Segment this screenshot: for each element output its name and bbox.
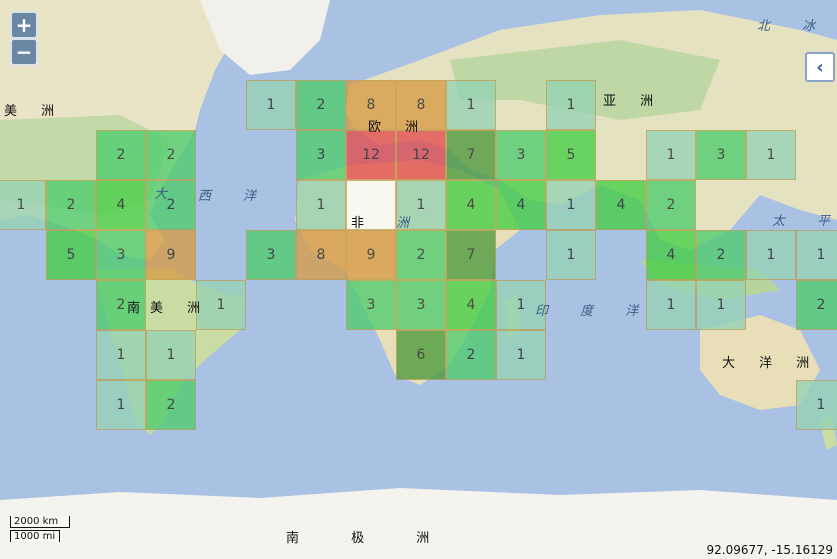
grid-cell[interactable]: 1 [96,330,146,380]
grid-cell[interactable]: 5 [46,230,96,280]
label-south-america-1: 南 [127,301,151,316]
grid-cell[interactable]: 1 [0,180,46,230]
grid-cell[interactable]: 5 [546,130,596,180]
label-atlantic-1: 大 [154,187,182,202]
grid-cell[interactable]: 1 [96,380,146,430]
grid-cell[interactable]: 7 [446,230,496,280]
grid-cell[interactable]: 3 [246,230,296,280]
grid-cell[interactable]: 3 [96,230,146,280]
zoom-out-button[interactable]: − [10,38,38,66]
label-asia: 亚 洲 [603,94,664,109]
grid-cell[interactable]: 2 [296,80,346,130]
grid-cell[interactable]: 3 [696,130,746,180]
grid-cell[interactable]: 9 [146,230,196,280]
grid-cell[interactable]: 4 [596,180,646,230]
grid-cell[interactable]: 4 [646,230,696,280]
grid-cell[interactable]: 2 [146,130,196,180]
grid-cell[interactable]: 1 [296,180,346,230]
grid-cell[interactable]: 1 [696,280,746,330]
grid-cell[interactable]: 2 [646,180,696,230]
grid-cell[interactable]: 3 [296,130,346,180]
grid-cell[interactable]: 2 [446,330,496,380]
chevron-left-icon: ‹ [816,56,824,78]
grid-cell[interactable]: 1 [446,80,496,130]
label-arctic: 北 冰 [757,19,830,34]
grid-cell[interactable]: 1 [246,80,296,130]
grid-cell[interactable]: 1 [496,330,546,380]
grid-cell[interactable]: 2 [796,280,837,330]
grid-cell[interactable]: 7 [446,130,496,180]
grid-cell[interactable]: 2 [696,230,746,280]
grid-cell[interactable]: 1 [146,330,196,380]
label-atlantic-2: 西 洋 [198,189,271,204]
grid-cell[interactable]: 4 [446,280,496,330]
grid-cell[interactable]: 4 [496,180,546,230]
grid-cell[interactable]: 1 [646,280,696,330]
grid-cell[interactable]: 12 [346,130,396,180]
scale-bar-imperial: 1000 mi [10,530,60,542]
grid-cell[interactable]: 2 [146,380,196,430]
grid-cell[interactable]: 1 [746,230,796,280]
label-africa-2: 洲 [396,216,424,231]
label-africa: 非 [351,216,375,231]
label-pacific: 太 平 [772,214,837,229]
grid-cell[interactable]: 9 [346,230,396,280]
zoom-in-button[interactable]: + [10,11,38,39]
grid-cell[interactable]: 1 [546,180,596,230]
heatmap-grid: 1 2 8 8 1 1 2 2 3 12 12 7 3 5 1 3 1 1 2 4 2 1 1 4 4 1 4 2 5 3 9 3 8 9 2 7 1 4… [0,0,837,559]
layer-switcher-toggle[interactable]: ‹ [805,52,835,82]
map-viewport[interactable]: 1 2 8 8 1 1 2 2 3 12 12 7 3 5 1 3 1 1 2 4 2 1 1 4 4 1 4 2 5 3 9 3 8 9 2 7 1 4… [0,0,837,559]
grid-cell[interactable]: 3 [496,130,546,180]
grid-cell[interactable]: 4 [96,180,146,230]
grid-cell[interactable]: 1 [796,230,837,280]
label-europe: 欧 洲 [368,120,429,135]
grid-cell[interactable]: 1 [546,230,596,280]
grid-cell[interactable]: 12 [396,130,446,180]
grid-cell[interactable]: 2 [396,230,446,280]
grid-cell[interactable]: 1 [546,80,596,130]
grid-cell[interactable]: 1 [746,130,796,180]
grid-cell[interactable]: 3 [346,280,396,330]
label-south-america-2: 美 洲 [150,301,211,316]
grid-cell[interactable]: 8 [296,230,346,280]
grid-cell[interactable]: 2 [46,180,96,230]
scale-bar-metric: 2000 km [10,516,70,528]
label-north-america: 美 洲 [4,104,65,119]
grid-cell[interactable]: 2 [96,130,146,180]
mouse-position-readout: 92.09677, -15.16129 [706,543,833,557]
label-oceania: 大 洋 洲 [722,356,820,371]
grid-cell[interactable]: 1 [646,130,696,180]
grid-cell[interactable]: 6 [396,330,446,380]
grid-cell[interactable]: 4 [446,180,496,230]
label-antarctica: 南 极 洲 [286,531,454,546]
grid-cell[interactable]: 3 [396,280,446,330]
label-indian-ocean: 印 度 洋 [535,304,653,319]
grid-cell[interactable]: 1 [796,380,837,430]
